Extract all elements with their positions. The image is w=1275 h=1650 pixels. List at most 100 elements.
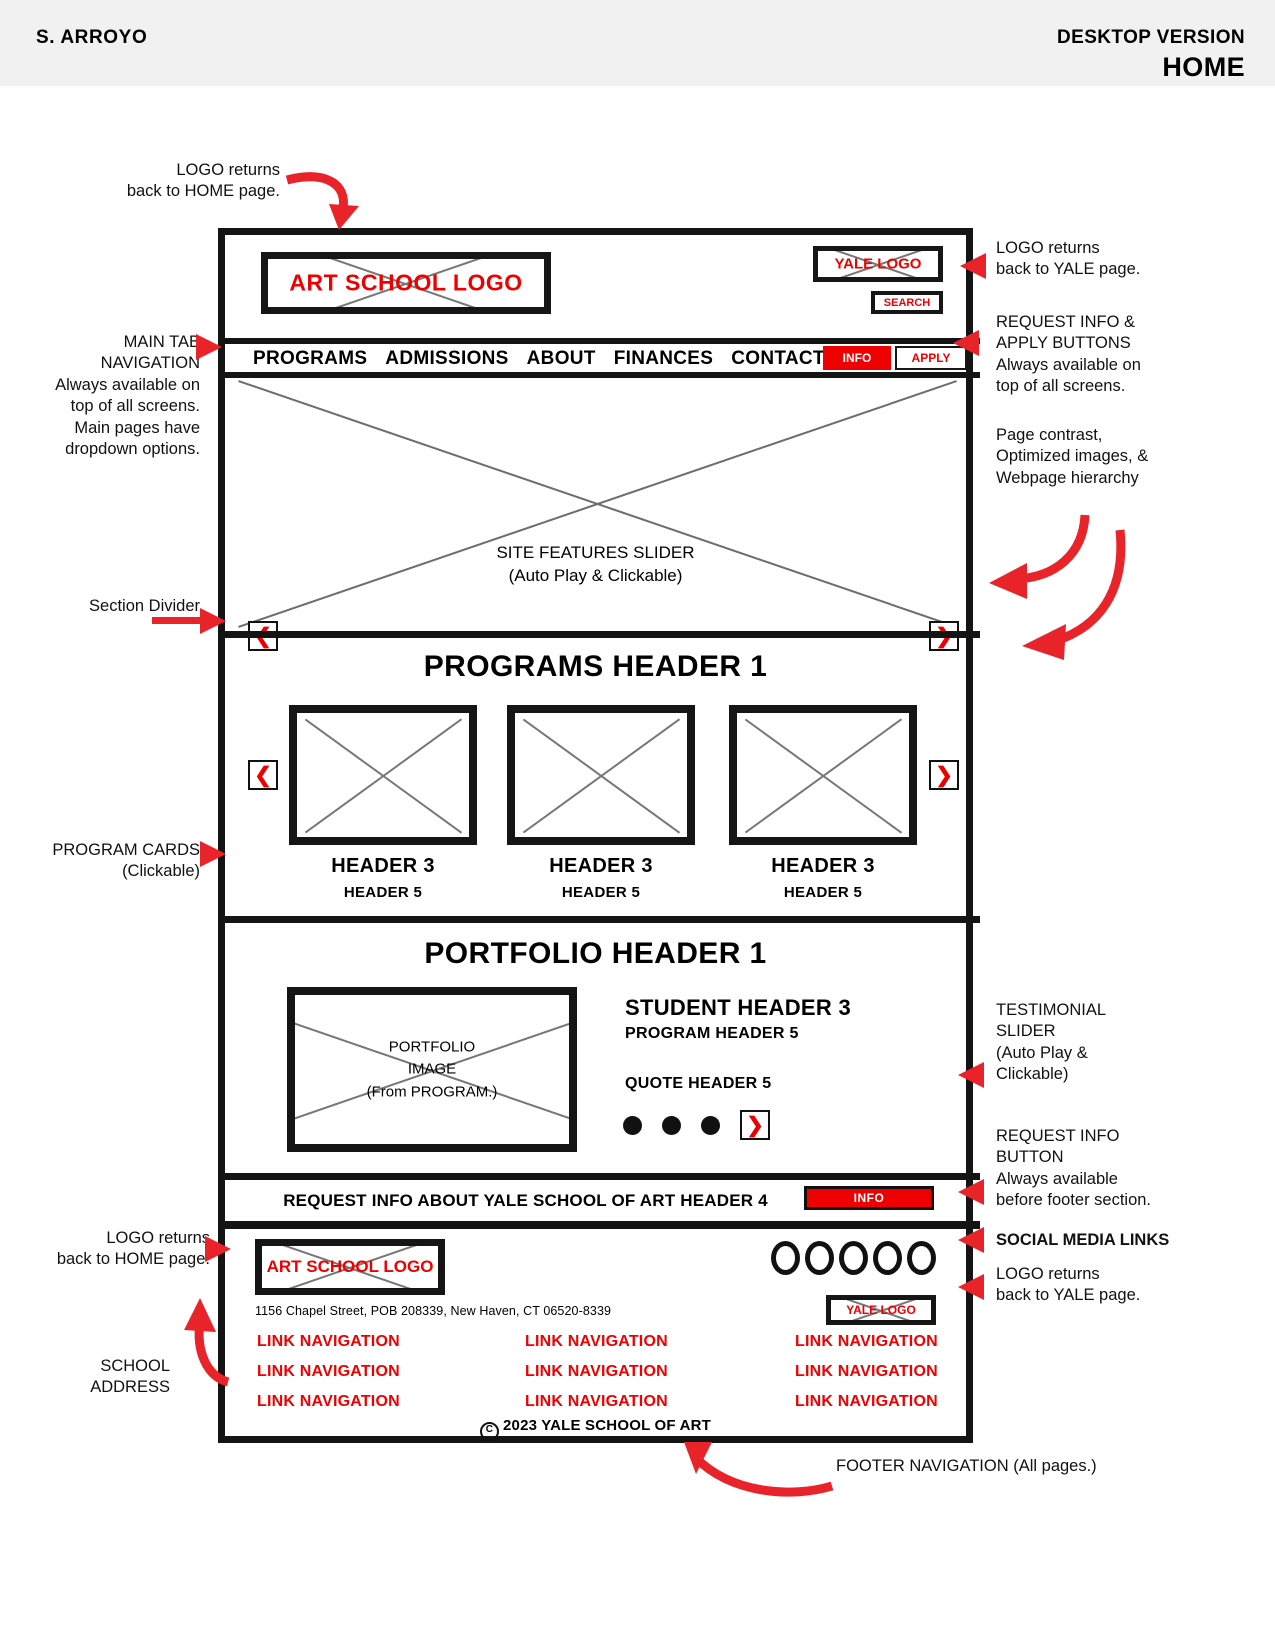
author-label: S. ARROYO xyxy=(36,27,148,48)
social-icon[interactable] xyxy=(839,1241,868,1275)
program-card-labels-3[interactable]: HEADER 3 HEADER 5 xyxy=(729,855,917,901)
portfolio-section-title: PORTFOLIO HEADER 1 xyxy=(424,937,767,970)
program-card-header3: HEADER 3 xyxy=(549,855,653,877)
chevron-right-icon[interactable]: ❯ xyxy=(929,760,959,790)
slider-dot[interactable] xyxy=(701,1115,720,1135)
program-card-image-3[interactable] xyxy=(729,705,917,845)
footer-yale-logo[interactable]: YALE LOGO xyxy=(826,1295,936,1325)
program-card-header3: HEADER 3 xyxy=(331,855,435,877)
program-card-header5: HEADER 5 xyxy=(561,884,641,901)
program-card-image-2[interactable] xyxy=(507,705,695,845)
portfolio-image-caption: PORTFOLIO IMAGE (From PROGRAM.) xyxy=(295,1036,569,1104)
nav-item-programs[interactable]: PROGRAMS xyxy=(253,348,367,370)
annotation-arrow-curve-school-address xyxy=(184,1298,230,1387)
page-title: HOME xyxy=(1162,52,1245,82)
footer-link[interactable]: LINK NAVIGATION xyxy=(525,1363,668,1381)
footer-link[interactable]: LINK NAVIGATION xyxy=(795,1363,938,1381)
program-card-labels-2[interactable]: HEADER 3 HEADER 5 xyxy=(507,855,695,901)
request-info-button-top[interactable]: INFO xyxy=(823,346,891,370)
slider-dot[interactable] xyxy=(662,1115,681,1135)
copyright-line: C 2023 YALE SCHOOL OF ART xyxy=(225,1417,966,1441)
section-divider-1 xyxy=(225,631,980,638)
search-button[interactable]: SEARCH xyxy=(871,291,943,314)
yale-logo-label: YALE LOGO xyxy=(834,255,922,273)
footer-yale-logo-label: YALE LOGO xyxy=(846,1303,916,1317)
footer-link[interactable]: LINK NAVIGATION xyxy=(257,1363,400,1381)
testimonial-slider-controls[interactable]: ❯ xyxy=(623,1110,770,1140)
footer-link[interactable]: LINK NAVIGATION xyxy=(525,1393,668,1411)
program-card-header3: HEADER 3 xyxy=(771,855,875,877)
annotation-main-tab-nav: MAIN TAB NAVIGATION Always available on … xyxy=(55,333,200,459)
program-card-header5: HEADER 5 xyxy=(783,884,863,901)
annotation-arrow-logo-yale-top xyxy=(960,253,986,279)
portfolio-image-line1: PORTFOLIO xyxy=(388,1037,476,1055)
social-icon[interactable] xyxy=(873,1241,902,1275)
annotation-logo-yale-top: LOGO returns back to YALE page. xyxy=(996,239,1141,279)
art-school-logo-label: ART SCHOOL LOGO xyxy=(289,269,523,296)
annotation-arrow-curve-footer-nav xyxy=(684,1442,834,1497)
annotation-arrow-request-info-button xyxy=(958,1179,984,1205)
info-button-label: INFO xyxy=(842,351,872,365)
program-card-header5: HEADER 5 xyxy=(343,884,423,901)
slider-dot[interactable] xyxy=(623,1115,642,1135)
portfolio-image-placeholder[interactable]: PORTFOLIO IMAGE (From PROGRAM.) xyxy=(287,987,577,1152)
annotation-arrow-section-divider xyxy=(200,608,226,634)
footer-link-column-1[interactable]: LINK NAVIGATION LINK NAVIGATION LINK NAV… xyxy=(257,1333,400,1423)
student-header: STUDENT HEADER 3 xyxy=(625,995,852,1020)
social-icon[interactable] xyxy=(771,1241,800,1275)
footer-link[interactable]: LINK NAVIGATION xyxy=(795,1393,938,1411)
nav-item-about[interactable]: ABOUT xyxy=(527,348,596,370)
device-version-label: DESKTOP VERSION xyxy=(1057,27,1245,48)
footer-link[interactable]: LINK NAVIGATION xyxy=(257,1333,400,1351)
quote-header: QUOTE HEADER 5 xyxy=(625,1075,772,1092)
nav-item-contact[interactable]: CONTACT xyxy=(731,348,825,370)
annotation-school-address: SCHOOL ADDRESS xyxy=(90,1357,170,1397)
footer-link[interactable]: LINK NAVIGATION xyxy=(525,1333,668,1351)
hero-caption-line2: (Auto Play & Clickable) xyxy=(508,565,683,585)
footer-address: 1156 Chapel Street, POB 208339, New Have… xyxy=(255,1304,612,1318)
annotation-arrow-main-tab-nav xyxy=(196,334,222,360)
footer-link-column-3[interactable]: LINK NAVIGATION LINK NAVIGATION LINK NAV… xyxy=(795,1333,938,1423)
footer-link[interactable]: LINK NAVIGATION xyxy=(257,1393,400,1411)
nav-item-finances[interactable]: FINANCES xyxy=(614,348,714,370)
annotation-arrow-logo-yale-footer xyxy=(958,1274,984,1300)
annotation-arrow-request-apply xyxy=(953,330,979,356)
annotation-request-apply: REQUEST INFO & APPLY BUTTONS Always avai… xyxy=(996,313,1141,396)
nav-item-admissions[interactable]: ADMISSIONS xyxy=(385,348,508,370)
annotation-section-divider: Section Divider xyxy=(89,597,200,615)
annotation-arrow-curve-logo-home xyxy=(285,172,359,230)
wireframe-browser-frame: ART SCHOOL LOGO YALE LOGO SEARCH PROGRAM… xyxy=(218,228,980,1443)
annotation-logo-home-top: LOGO returns back to HOME page. xyxy=(126,161,280,201)
annotation-testimonial-slider: TESTIMONIAL SLIDER (Auto Play & Clickabl… xyxy=(996,1001,1107,1084)
footer-art-school-logo-label: ART SCHOOL LOGO xyxy=(266,1257,434,1276)
footer-link-column-2[interactable]: LINK NAVIGATION LINK NAVIGATION LINK NAV… xyxy=(525,1333,668,1423)
chevron-right-icon[interactable]: ❯ xyxy=(740,1110,770,1140)
program-card-labels-1[interactable]: HEADER 3 HEADER 5 xyxy=(289,855,477,901)
annotation-social-media-links: SOCIAL MEDIA LINKS xyxy=(996,1231,1170,1249)
program-card-image-1[interactable] xyxy=(289,705,477,845)
social-media-links[interactable] xyxy=(771,1241,936,1275)
nav-rule-top xyxy=(225,338,980,344)
social-icon[interactable] xyxy=(805,1241,834,1275)
main-tab-navigation[interactable]: PROGRAMS ADMISSIONS ABOUT FINANCES CONTA… xyxy=(253,345,825,372)
request-info-button[interactable]: INFO xyxy=(804,1186,934,1210)
yale-logo-placeholder[interactable]: YALE LOGO xyxy=(813,246,943,282)
hero-caption: SITE FEATURES SLIDER (Auto Play & Clicka… xyxy=(225,542,966,588)
annotation-line-section-divider xyxy=(152,617,202,624)
annotation-arrow-curve-page-contrast-2 xyxy=(1022,529,1126,660)
annotation-request-info-button: REQUEST INFO BUTTON Always available bef… xyxy=(996,1127,1152,1210)
footer-link[interactable]: LINK NAVIGATION xyxy=(795,1333,938,1351)
annotation-arrow-logo-home-footer xyxy=(205,1236,231,1262)
section-divider-2 xyxy=(225,916,980,923)
annotation-program-cards: PROGRAM CARDS (Clickable) xyxy=(52,841,200,881)
section-divider-4 xyxy=(225,1221,980,1229)
art-school-logo-placeholder[interactable]: ART SCHOOL LOGO xyxy=(261,252,551,314)
apply-button-label: APPLY xyxy=(911,351,951,365)
chevron-left-icon[interactable]: ❮ xyxy=(248,760,278,790)
site-features-slider[interactable]: SITE FEATURES SLIDER (Auto Play & Clicka… xyxy=(225,378,966,730)
hero-image-placeholder xyxy=(233,378,963,628)
annotation-arrow-testimonial-slider xyxy=(958,1062,984,1088)
portfolio-image-line3: (From PROGRAM.) xyxy=(366,1082,498,1100)
footer-art-school-logo[interactable]: ART SCHOOL LOGO xyxy=(255,1239,445,1295)
social-icon[interactable] xyxy=(907,1241,936,1275)
